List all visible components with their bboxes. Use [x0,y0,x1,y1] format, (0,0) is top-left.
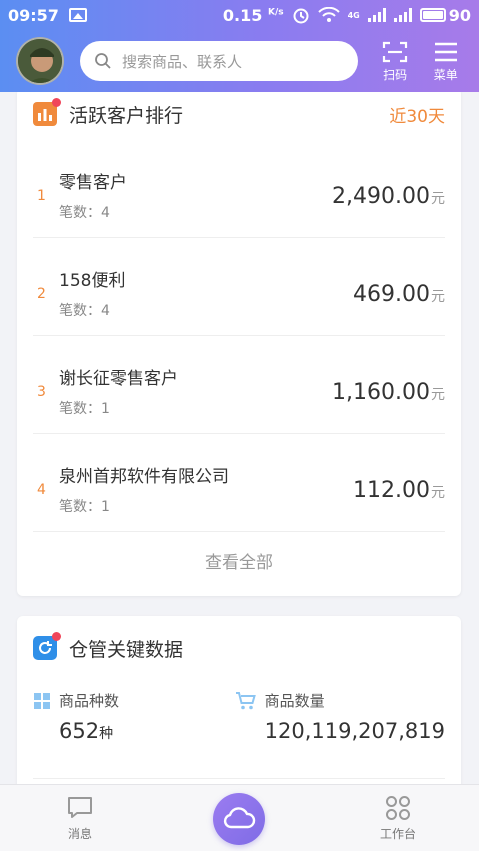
time-range-selector[interactable]: 近30天 [389,102,445,127]
menu-button[interactable]: 菜单 [422,40,469,83]
customer-row[interactable]: 2 158便利 笔数：4 469.00元 [33,238,445,336]
avatar-image [18,39,62,83]
amount: 2,490.00元 [332,184,445,209]
network-type: 4G [347,10,360,20]
customer-name: 谢长征零售客户 [59,369,178,389]
battery-icon [419,8,446,22]
customer-row[interactable]: 3 谢长征零售客户 笔数：1 1,160.00元 [33,336,445,434]
cart-icon [235,691,256,709]
stat-label: 商品种数 [59,692,120,710]
cloud-icon [223,807,256,829]
battery-indicator: 90 [419,5,471,25]
tab-workbench[interactable]: 工作台 [358,795,438,842]
card-header: 仓管关键数据 [17,616,461,680]
card-header: 活跃客户排行 近30天 [17,92,461,140]
view-all-button[interactable]: 查看全部 [17,532,461,588]
customer-name: 零售客户 [59,173,127,193]
stat-value: 652 [59,719,100,743]
avatar[interactable] [16,37,64,85]
bottom-tab-bar: 消息 工作台 [0,784,479,851]
status-bar: 09:57 0.15 K/s 4G 90 [0,0,479,30]
stats-row: 商品种数 652种 商品数量 120,119,207,819 [17,680,461,743]
rank-number: 4 [37,482,46,498]
menu-label: 菜单 [433,67,458,82]
notification-dot [52,98,61,107]
tab-label: 工作台 [379,827,416,841]
rank-number: 1 [37,188,46,204]
customer-name: 泉州首邦软件有限公司 [59,467,229,487]
stat-label: 商品数量 [264,692,325,710]
order-count: 笔数：1 [59,499,110,515]
signal-icon [367,8,386,22]
scan-icon [383,41,408,62]
stat-value: 120,119,207,819 [264,719,445,743]
scan-label: 扫码 [383,67,408,82]
cloud-center-button[interactable] [213,793,265,845]
app-header: 搜索商品、联系人 扫码 菜单 [0,30,479,92]
message-icon [68,797,92,818]
status-time: 09:57 [8,5,59,25]
card-title: 活跃客户排行 [69,104,184,127]
customer-row[interactable]: 1 零售客户 笔数：4 2,490.00元 [33,140,445,238]
image-notification-icon [68,8,87,22]
tab-messages[interactable]: 消息 [40,795,120,842]
rank-number: 2 [37,286,46,302]
amount: 1,160.00元 [332,380,445,405]
amount: 112.00元 [353,478,445,503]
active-customers-card: 活跃客户排行 近30天 1 零售客户 笔数：4 2,490.00元 2 158便… [17,92,461,596]
card-title: 仓管关键数据 [69,638,184,661]
top-area: 09:57 0.15 K/s 4G 90 搜索商品、联系人 扫码 菜单 [0,0,479,92]
divider [33,778,445,779]
customer-row[interactable]: 4 泉州首邦软件有限公司 笔数：1 112.00元 [33,434,445,532]
stat-unit: 种 [99,726,114,742]
apps-grid-icon [386,796,410,820]
rank-number: 3 [37,384,46,400]
customer-name: 158便利 [59,271,126,291]
alarm-icon [293,8,309,24]
menu-icon [434,42,457,61]
order-count: 笔数：4 [59,303,110,319]
tab-label: 消息 [67,827,92,841]
signal-icon-2 [393,8,412,22]
stat-product-quantity[interactable]: 商品数量 120,119,207,819 [235,690,445,743]
grid-icon [34,692,50,709]
stat-product-types[interactable]: 商品种数 652种 [33,690,235,743]
order-count: 笔数：1 [59,401,110,417]
order-count: 笔数：4 [59,205,110,221]
search-placeholder: 搜索商品、联系人 [122,52,243,71]
amount: 469.00元 [353,282,445,307]
search-input[interactable]: 搜索商品、联系人 [80,41,358,81]
warehouse-card: 仓管关键数据 商品种数 652种 商品数量 120,119,207,819 [17,616,461,784]
wifi-icon [317,7,340,22]
battery-level: 90 [448,5,471,25]
search-icon [95,53,111,69]
refresh-icon [33,632,61,660]
main-content[interactable]: 活跃客户排行 近30天 1 零售客户 笔数：4 2,490.00元 2 158便… [0,92,479,784]
notification-dot [52,632,61,641]
network-speed: 0.15 K/s [222,5,284,25]
bar-chart-icon [33,98,61,126]
scan-button[interactable]: 扫码 [372,40,419,83]
